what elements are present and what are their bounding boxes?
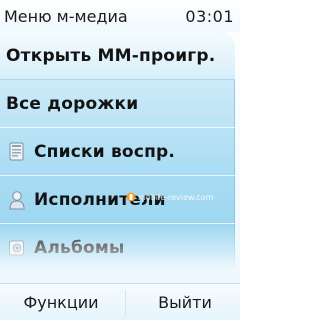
playlist-icon	[6, 141, 28, 163]
menu-item-label: Списки воспр.	[34, 141, 176, 162]
app-title: Меню м-медиа	[4, 6, 128, 26]
menu-item-albums[interactable]: Альбомы	[0, 224, 235, 269]
artist-icon	[6, 189, 28, 211]
menu-item-open-player[interactable]: Открыть ММ-проигр.	[0, 32, 235, 80]
menu-item-label: Открыть ММ-проигр.	[6, 45, 216, 66]
clock: 03:01	[185, 6, 234, 26]
softkey-bar: Функции Выйти	[0, 283, 240, 320]
options-softkey[interactable]: Функции	[0, 284, 122, 320]
menu-item-label: Все дорожки	[6, 93, 139, 114]
menu-item-label: Исполнители	[34, 189, 166, 210]
menu-item-label: Альбомы	[34, 237, 125, 258]
menu-item-all-tracks[interactable]: Все дорожки	[0, 80, 235, 128]
status-bar: Меню м-медиа 03:01	[0, 0, 240, 32]
media-menu-list: Открыть ММ-проигр. Все дорожки Списки во…	[0, 32, 235, 269]
menu-item-playlists[interactable]: Списки воспр.	[0, 128, 235, 176]
screen: Меню м-медиа 03:01 Открыть ММ-проигр. Вс…	[0, 0, 240, 320]
softkey-divider	[125, 290, 126, 316]
menu-item-artists[interactable]: Исполнители	[0, 176, 235, 224]
album-icon	[6, 237, 28, 259]
exit-softkey[interactable]: Выйти	[130, 284, 240, 320]
